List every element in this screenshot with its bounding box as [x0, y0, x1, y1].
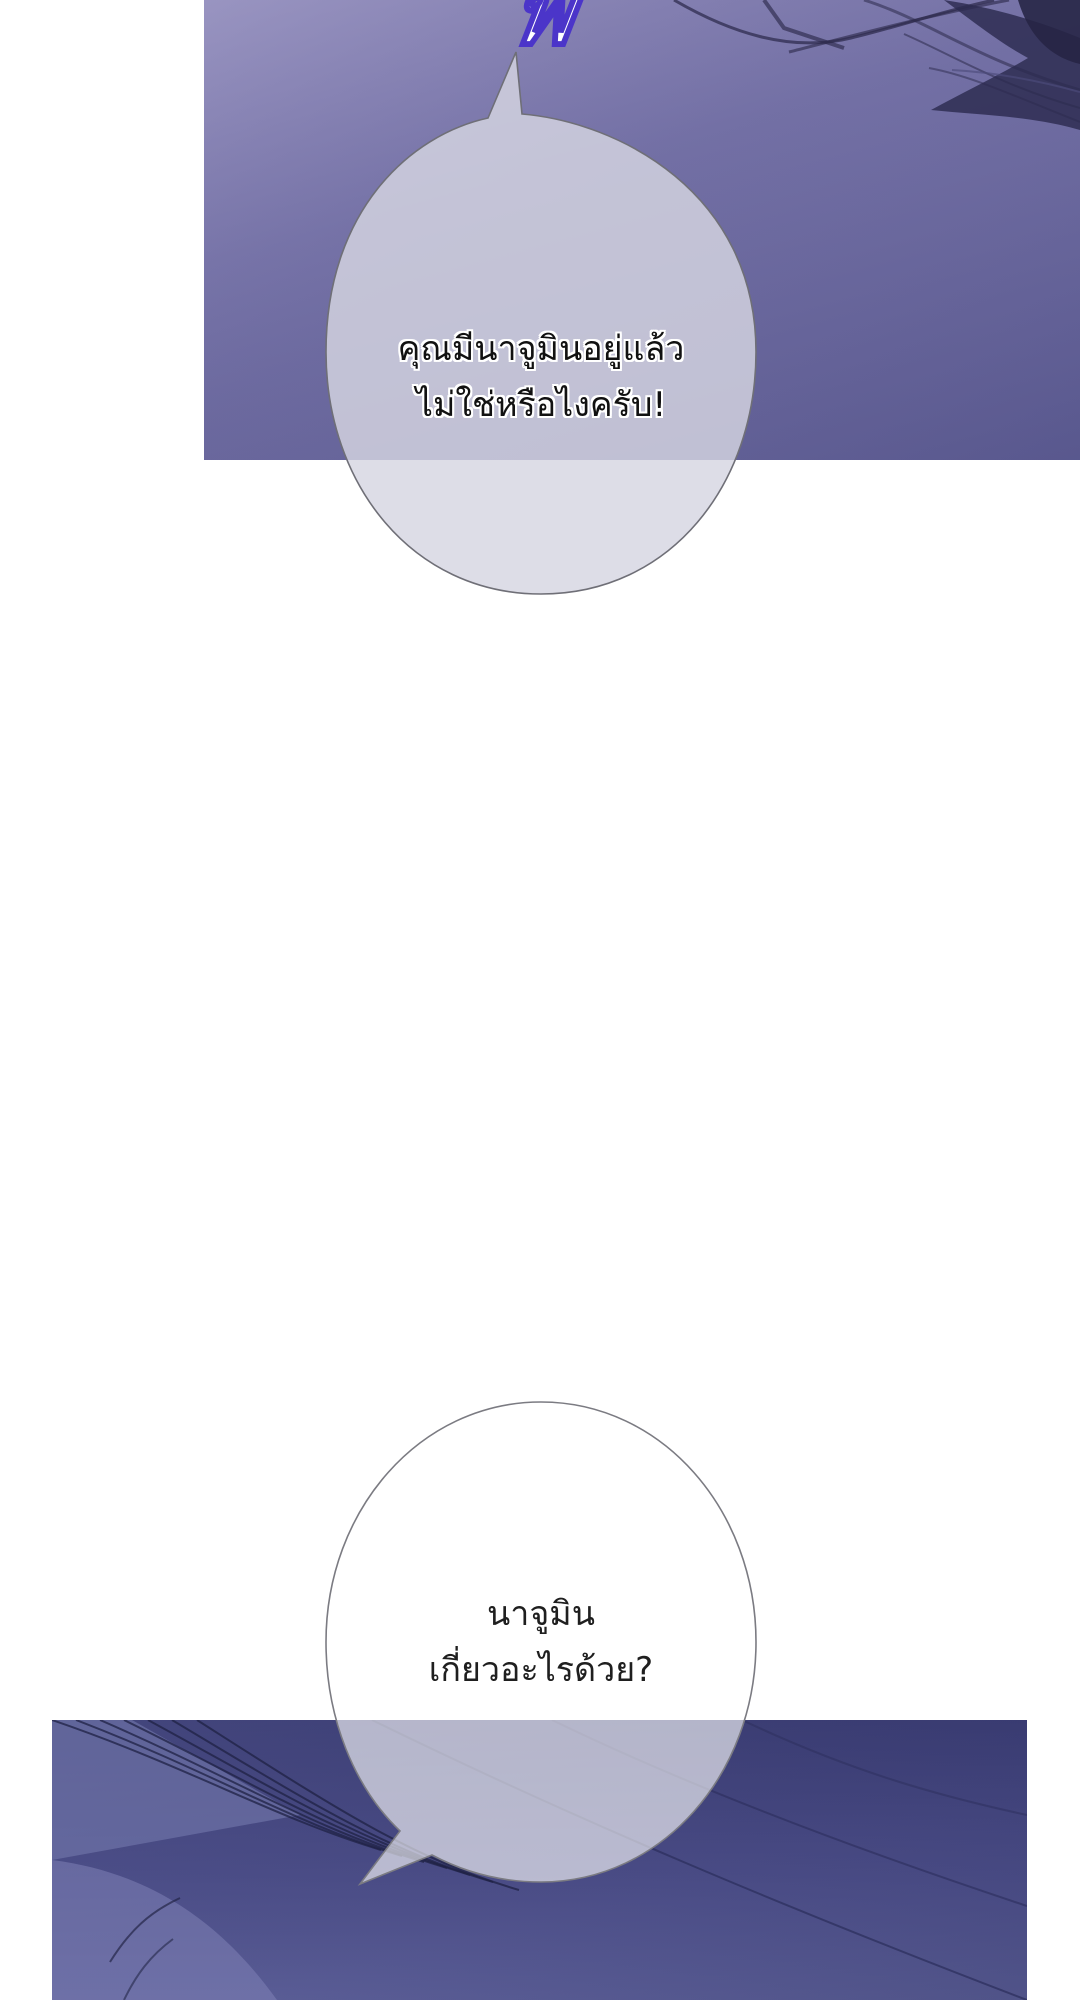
- speech-bubble-top-line-1: คุณมีนาจูมินอยู่แล้ว: [397, 329, 685, 369]
- speech-bubble-bottom: นาจูมิน เกี่ยวอะไรด้วย?: [325, 1401, 757, 1886]
- speech-bubble-top: คุณมีนาจูมินอยู่แล้ว ไม่ใช่หรือไงครับ!: [325, 51, 757, 595]
- speech-bubble-top-text: คุณมีนาจูมินอยู่แล้ว ไม่ใช่หรือไงครับ!: [398, 321, 685, 433]
- speech-bubble-bottom-line-2: เกี่ยวอะไรด้วย?: [428, 1650, 654, 1690]
- speech-bubble-top-line-2: ไม่ใช่หรือไงครับ!: [415, 385, 667, 425]
- speech-bubble-bottom-line-1: นาจูมิน: [487, 1594, 595, 1634]
- sound-effect-text: ฟึ: [501, 0, 584, 68]
- speech-bubble-bottom-text: นาจูมิน เกี่ยวอะไรด้วย?: [429, 1586, 653, 1698]
